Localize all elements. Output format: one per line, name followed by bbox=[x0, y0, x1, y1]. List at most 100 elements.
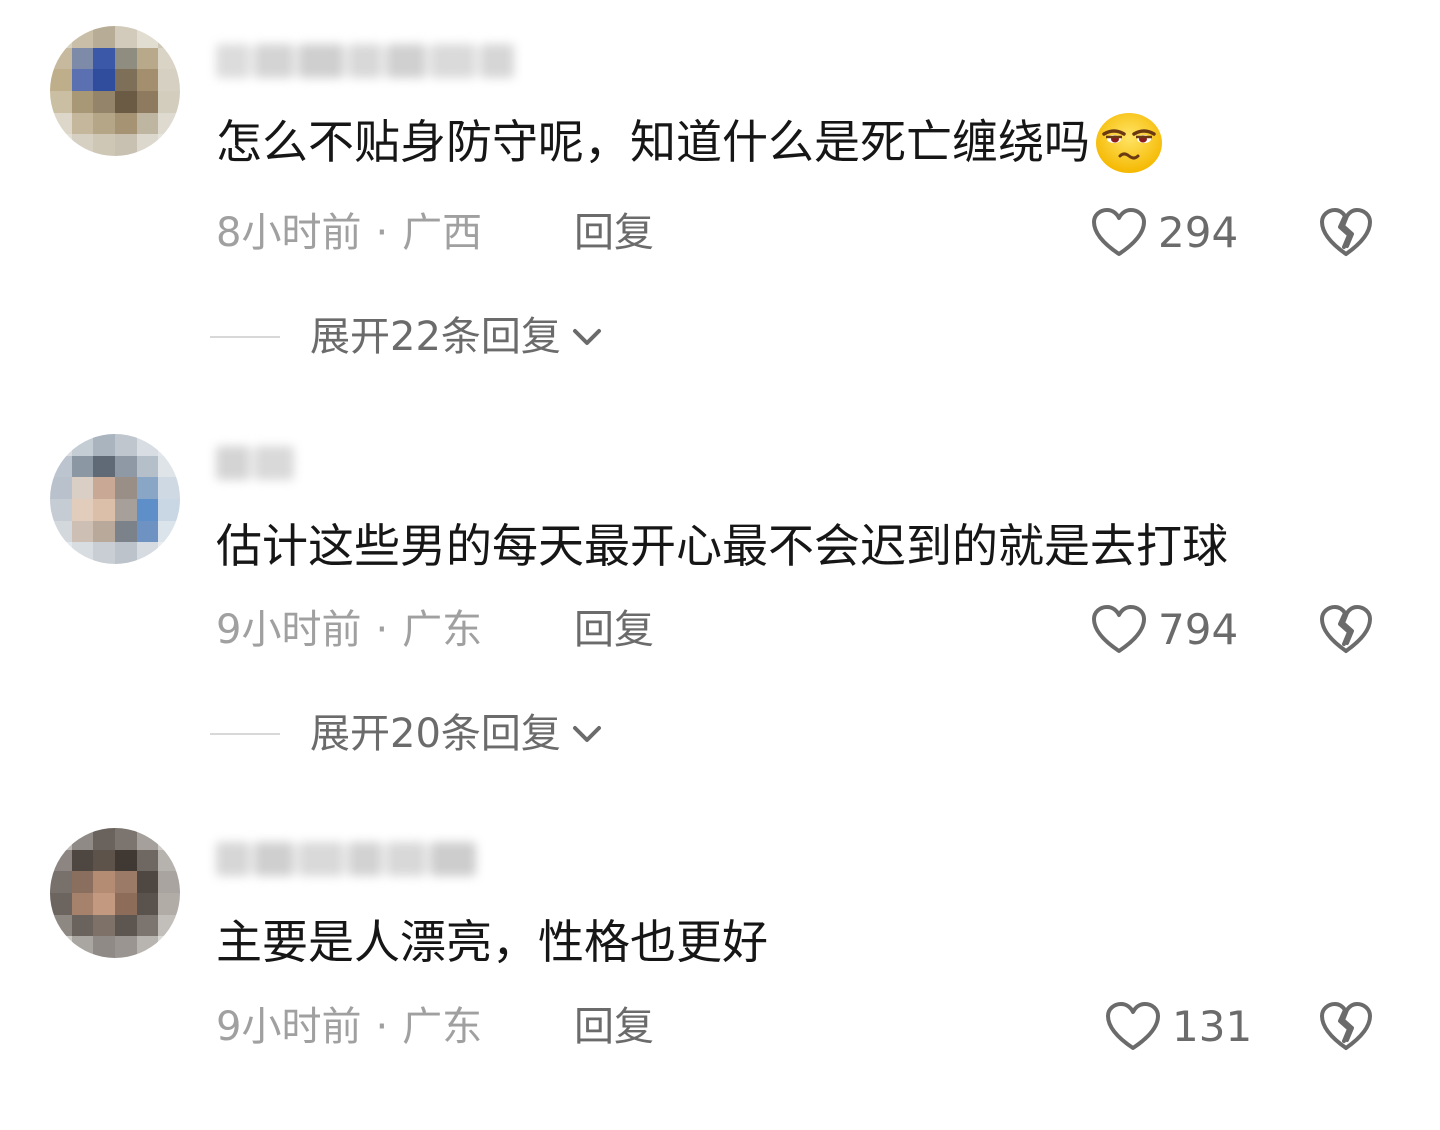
avatar-pixel bbox=[136, 520, 159, 543]
avatar-pixel bbox=[136, 542, 159, 564]
avatar-pixel bbox=[50, 892, 72, 915]
avatar-pixel bbox=[93, 455, 115, 478]
avatar-pixel bbox=[136, 849, 159, 872]
avatar-pixel bbox=[158, 828, 180, 850]
avatar-pixel bbox=[50, 498, 72, 521]
avatar[interactable] bbox=[50, 434, 180, 564]
avatar-pixel bbox=[50, 936, 72, 958]
avatar-pixel bbox=[114, 134, 137, 156]
avatar-pixel bbox=[93, 892, 115, 915]
avatar-pixel bbox=[50, 520, 72, 543]
avatar-pixel bbox=[50, 477, 72, 499]
avatar-pixel bbox=[158, 90, 180, 113]
username-blurred[interactable] bbox=[216, 44, 514, 84]
heart-outline-icon[interactable] bbox=[1104, 1001, 1162, 1053]
heart-outline-icon[interactable] bbox=[1090, 604, 1148, 656]
avatar-pixel bbox=[93, 936, 115, 958]
avatar-pixel bbox=[114, 936, 137, 958]
username-block bbox=[216, 446, 250, 480]
broken-heart-outline-icon[interactable] bbox=[1318, 604, 1374, 656]
username-block bbox=[254, 44, 294, 78]
avatar-pixel bbox=[114, 498, 137, 521]
reply-button[interactable]: 回复 bbox=[574, 605, 654, 655]
reply-button[interactable]: 回复 bbox=[574, 208, 654, 258]
avatar-pixel bbox=[136, 871, 159, 893]
avatar-pixel bbox=[114, 520, 137, 543]
avatar-pixel bbox=[158, 914, 180, 937]
broken-heart-outline-icon[interactable] bbox=[1318, 207, 1374, 259]
expand-replies-label: 展开22条回复 bbox=[310, 314, 561, 360]
like-count: 794 bbox=[1158, 605, 1239, 654]
avatar-pixel bbox=[93, 90, 115, 113]
avatar-pixel bbox=[114, 455, 137, 478]
avatar-pixel bbox=[93, 914, 115, 937]
avatar[interactable] bbox=[50, 828, 180, 958]
comment-meta: 8小时前 · 广西 bbox=[216, 208, 482, 258]
avatar-pixel bbox=[158, 871, 180, 893]
meta-separator: · bbox=[375, 210, 389, 256]
expand-replies[interactable]: 展开20条回复 bbox=[210, 709, 605, 759]
avatar-pixel bbox=[93, 69, 115, 91]
comment-location: 广西 bbox=[402, 210, 483, 256]
avatar-pixel bbox=[93, 434, 115, 456]
avatar-pixel bbox=[136, 455, 159, 478]
avatar-pixel bbox=[114, 828, 137, 850]
comment-time: 8小时前 bbox=[216, 210, 362, 256]
comment-text: 怎么不贴身防守呢，知道什么是死亡缠绕吗 bbox=[216, 112, 1164, 178]
avatar-pixel bbox=[114, 542, 137, 564]
avatar-pixel bbox=[50, 434, 72, 456]
avatar-pixel bbox=[93, 498, 115, 521]
comment-text: 主要是人漂亮，性格也更好 bbox=[216, 912, 768, 972]
avatar-pixel bbox=[71, 47, 94, 70]
avatar-pixel bbox=[114, 892, 137, 915]
username-blurred[interactable] bbox=[216, 842, 476, 882]
avatar-pixel bbox=[158, 112, 180, 135]
comment-location: 广东 bbox=[402, 607, 483, 653]
comment-meta: 9小时前 · 广东 bbox=[216, 605, 482, 655]
comment-text: 估计这些男的每天最开心最不会迟到的就是去打球 bbox=[216, 516, 1228, 576]
expand-replies[interactable]: 展开22条回复 bbox=[210, 312, 605, 362]
comment-text-content: 怎么不贴身防守呢，知道什么是死亡缠绕吗 bbox=[216, 115, 1090, 169]
avatar-pixel bbox=[114, 477, 137, 499]
avatar-pixel bbox=[158, 849, 180, 872]
avatar-pixel bbox=[71, 455, 94, 478]
avatar-pixel bbox=[136, 90, 159, 113]
avatar-pixel bbox=[136, 498, 159, 521]
username-block bbox=[254, 446, 294, 480]
avatar-pixel bbox=[50, 134, 72, 156]
heart-outline-icon[interactable] bbox=[1090, 207, 1148, 259]
avatar-pixel bbox=[93, 542, 115, 564]
avatar-pixel bbox=[136, 434, 159, 456]
avatar-pixel bbox=[136, 892, 159, 915]
avatar-pixel bbox=[93, 134, 115, 156]
meta-separator: · bbox=[375, 607, 389, 653]
chevron-down-icon bbox=[572, 329, 601, 345]
avatar-pixel bbox=[50, 849, 72, 872]
avatar-pixel bbox=[50, 914, 72, 937]
avatar-pixel bbox=[93, 47, 115, 70]
avatar-pixel bbox=[114, 69, 137, 91]
avatar-pixel bbox=[158, 520, 180, 543]
avatar-pixel bbox=[114, 914, 137, 937]
reply-button[interactable]: 回复 bbox=[574, 1002, 654, 1052]
meta-separator: · bbox=[375, 1004, 389, 1050]
avatar-pixel bbox=[136, 936, 159, 958]
avatar[interactable] bbox=[50, 26, 180, 156]
username-blurred[interactable] bbox=[216, 446, 294, 486]
smirk-emoji-icon bbox=[1096, 112, 1162, 173]
avatar-pixel bbox=[71, 849, 94, 872]
avatar-pixel bbox=[71, 434, 94, 456]
avatar-pixel bbox=[50, 455, 72, 478]
avatar-pixel bbox=[71, 892, 94, 915]
avatar-pixel bbox=[136, 47, 159, 70]
broken-heart-outline-icon[interactable] bbox=[1318, 1001, 1374, 1053]
expand-divider bbox=[210, 336, 280, 338]
avatar-pixel bbox=[71, 520, 94, 543]
avatar-pixel bbox=[71, 936, 94, 958]
username-block bbox=[298, 44, 344, 78]
username-block bbox=[430, 842, 476, 876]
username-block bbox=[254, 842, 294, 876]
avatar-pixel bbox=[93, 828, 115, 850]
avatar-pixel bbox=[93, 520, 115, 543]
comment-item: 怎么不贴身防守呢，知道什么是死亡缠绕吗 8小时前 · 广西 回复 294 展开2… bbox=[0, 0, 1440, 360]
